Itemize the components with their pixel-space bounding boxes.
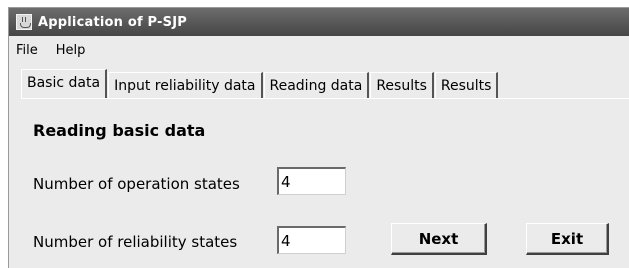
operation-states-input[interactable] xyxy=(277,167,346,195)
title-bar[interactable]: Application of P-SJP xyxy=(9,8,629,36)
app-window: Application of P-SJP File Help Basic dat… xyxy=(8,7,629,268)
next-button[interactable]: Next xyxy=(391,223,487,255)
menu-bar: File Help xyxy=(9,38,629,62)
java-cup-icon xyxy=(16,14,32,30)
reliability-states-label: Number of reliability states xyxy=(33,233,238,251)
tab-strip: Basic data Input reliability data Readin… xyxy=(21,69,499,98)
window-title: Application of P-SJP xyxy=(38,14,187,30)
tab-basic-data[interactable]: Basic data xyxy=(21,69,108,98)
tab-results[interactable]: Results xyxy=(370,72,434,98)
menu-file[interactable]: File xyxy=(14,42,40,59)
section-heading: Reading basic data xyxy=(33,121,206,140)
reliability-states-input[interactable] xyxy=(277,226,346,254)
operation-states-label: Number of operation states xyxy=(33,175,240,193)
menu-help[interactable]: Help xyxy=(54,42,88,59)
tab-input-reliability-data[interactable]: Input reliability data xyxy=(108,72,263,98)
tab-reading-data[interactable]: Reading data xyxy=(263,72,370,98)
tab-panel-border xyxy=(21,98,629,99)
exit-button[interactable]: Exit xyxy=(526,223,609,255)
tab-results-2[interactable]: Results xyxy=(434,72,499,98)
